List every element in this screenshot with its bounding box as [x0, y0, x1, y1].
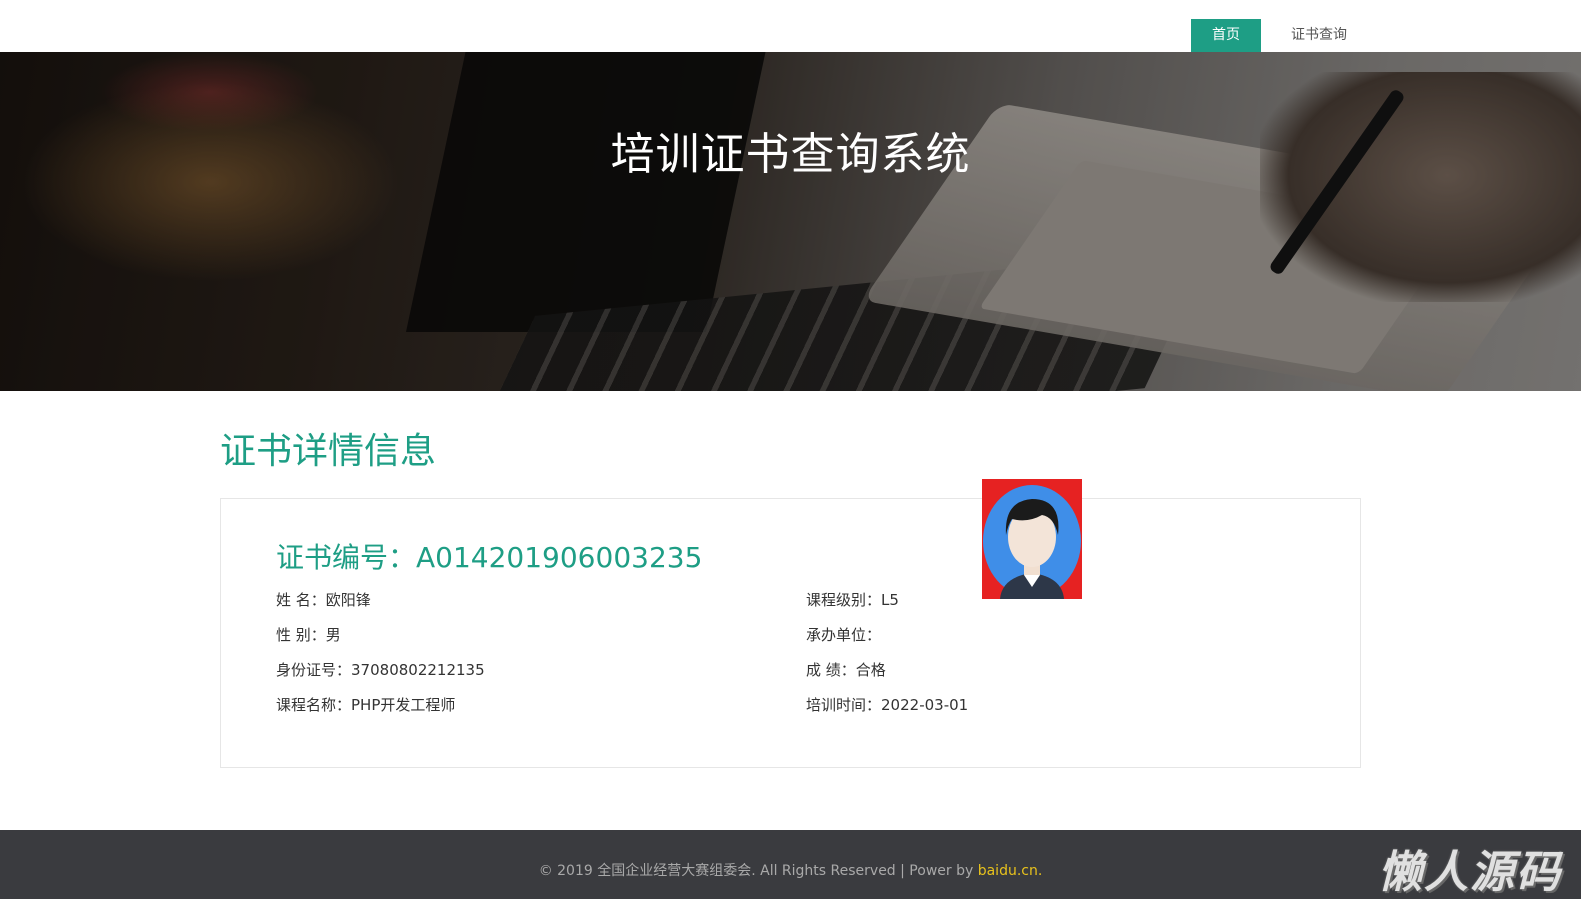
field-value: L5	[881, 591, 899, 609]
field-value: PHP开发工程师	[351, 696, 456, 714]
field-label: 性 别：	[276, 626, 326, 644]
nav-certificate-query[interactable]: 证书查询	[1275, 19, 1363, 52]
avatar-illustration	[982, 479, 1082, 599]
field-value: 2022-03-01	[881, 696, 969, 714]
watermark-logo: 懒人源码	[1378, 847, 1562, 898]
main-nav: 首页 证书查询	[1177, 19, 1363, 52]
top-navbar: 首页 证书查询	[0, 0, 1581, 52]
field-label: 承办单位：	[806, 626, 882, 644]
nav-home[interactable]: 首页	[1191, 19, 1261, 52]
field-id-number: 身份证号：37080802212135	[276, 659, 485, 680]
certificate-number-value: A014201906003235	[416, 541, 703, 574]
field-organizer: 承办单位：	[806, 624, 881, 645]
field-label: 身份证号：	[276, 661, 352, 679]
field-gender: 性 别：男	[276, 624, 341, 645]
certificate-number-label: 证书编号：	[276, 541, 417, 574]
hero-banner	[0, 52, 1581, 391]
field-training-date: 培训时间：2022-03-01	[806, 694, 968, 715]
user-avatar-icon	[982, 479, 1082, 599]
field-label: 课程级别：	[806, 591, 882, 609]
field-course-level: 课程级别：L5	[806, 589, 899, 610]
field-score: 成 绩：合格	[806, 659, 886, 680]
field-label: 成 绩：	[806, 661, 856, 679]
field-course-name: 课程名称：PHP开发工程师	[276, 694, 455, 715]
field-label: 姓 名：	[276, 591, 326, 609]
field-label: 课程名称：	[276, 696, 352, 714]
field-value: 37080802212135	[351, 661, 485, 679]
footer-power-link[interactable]: baidu.cn.	[978, 863, 1043, 879]
field-value: 欧阳锋	[325, 591, 371, 609]
field-name: 姓 名：欧阳锋	[276, 589, 371, 610]
field-value: 男	[325, 626, 341, 644]
certificate-number: 证书编号：A014201906003235	[276, 536, 702, 576]
field-value: 合格	[855, 661, 886, 679]
section-title: 证书详情信息	[220, 431, 437, 472]
field-label: 培训时间：	[806, 696, 882, 714]
footer-copyright-text: © 2019 全国企业经营大赛组委会. All Rights Reserved …	[538, 863, 978, 879]
footer-copyright: © 2019 全国企业经营大赛组委会. All Rights Reserved …	[0, 860, 1581, 880]
banner-title: 培训证书查询系统	[610, 129, 971, 180]
